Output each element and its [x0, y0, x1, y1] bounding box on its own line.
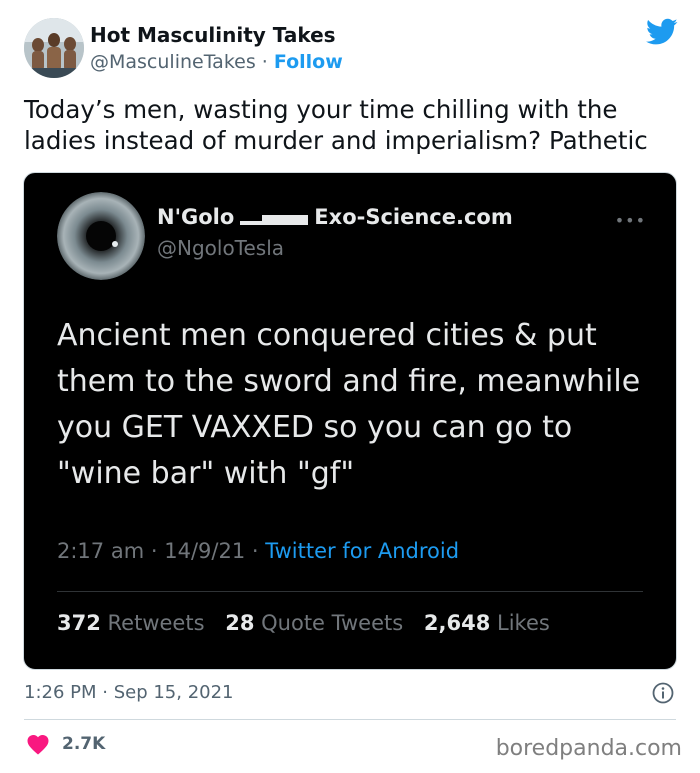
embedded-date: 14/9/21	[164, 539, 246, 563]
embedded-meta: 2:17 am · 14/9/21 · Twitter for Android	[57, 537, 459, 565]
retweets-label: Retweets	[107, 611, 205, 635]
embedded-avatar	[57, 192, 145, 280]
quotes-label: Quote Tweets	[261, 611, 404, 635]
follow-button[interactable]: Follow	[274, 51, 343, 73]
likes-count: 2,648	[423, 611, 491, 635]
twitter-bird-icon[interactable]	[646, 18, 678, 46]
quotes-count: 28	[225, 611, 255, 635]
author-avatar[interactable]	[24, 18, 84, 78]
more-dots-icon: •••	[614, 211, 646, 230]
embedded-name-row: N'Golo Exo-Science.com	[157, 203, 513, 231]
author-block: Hot Masculinity Takes @MasculineTakes · …	[90, 22, 343, 75]
embedded-tweet-text: Ancient men conquered cities & put them …	[57, 318, 641, 491]
embedded-time: 2:17 am	[57, 539, 145, 563]
retweets-stat: 372 Retweets	[57, 611, 211, 635]
embedded-author-name: N'Golo	[157, 205, 235, 229]
author-handle[interactable]: @MasculineTakes	[90, 51, 256, 73]
meta-separator: ·	[251, 539, 259, 563]
embedded-tweet-image[interactable]: N'Golo Exo-Science.com @NgoloTesla ••• A…	[23, 172, 677, 670]
like-row: 2.7K	[26, 733, 105, 755]
meta-separator: ·	[150, 539, 158, 563]
embedded-stats: 372 Retweets 28 Quote Tweets 2,648 Likes	[57, 609, 564, 637]
embedded-divider	[57, 591, 643, 592]
author-name[interactable]: Hot Masculinity Takes	[90, 22, 343, 48]
footer-divider	[24, 719, 676, 720]
retweets-count: 372	[57, 611, 101, 635]
likes-stat: 2,648 Likes	[424, 611, 550, 635]
info-circle-icon[interactable]	[652, 682, 674, 704]
watermark: boredpanda.com	[495, 736, 682, 761]
tweet-timestamp[interactable]: 1:26 PM · Sep 15, 2021	[24, 680, 234, 706]
redaction-mark	[240, 215, 309, 225]
likes-label: Likes	[497, 611, 550, 635]
tweet-card: Hot Masculinity Takes @MasculineTakes · …	[0, 0, 700, 773]
handle-separator: ·	[261, 51, 268, 73]
embedded-name-suffix: Exo-Science.com	[314, 205, 513, 229]
embedded-author-block: N'Golo Exo-Science.com @NgoloTesla	[157, 203, 513, 262]
embedded-source-app: Twitter for Android	[265, 539, 460, 563]
quotes-stat: 28 Quote Tweets	[225, 611, 410, 635]
author-handle-row: @MasculineTakes · Follow	[90, 49, 343, 75]
like-count[interactable]: 2.7K	[62, 734, 105, 754]
heart-icon[interactable]	[26, 733, 50, 755]
embedded-author-handle: @NgoloTesla	[157, 236, 285, 260]
tweet-text: Today’s men, wasting your time chilling …	[24, 95, 648, 155]
